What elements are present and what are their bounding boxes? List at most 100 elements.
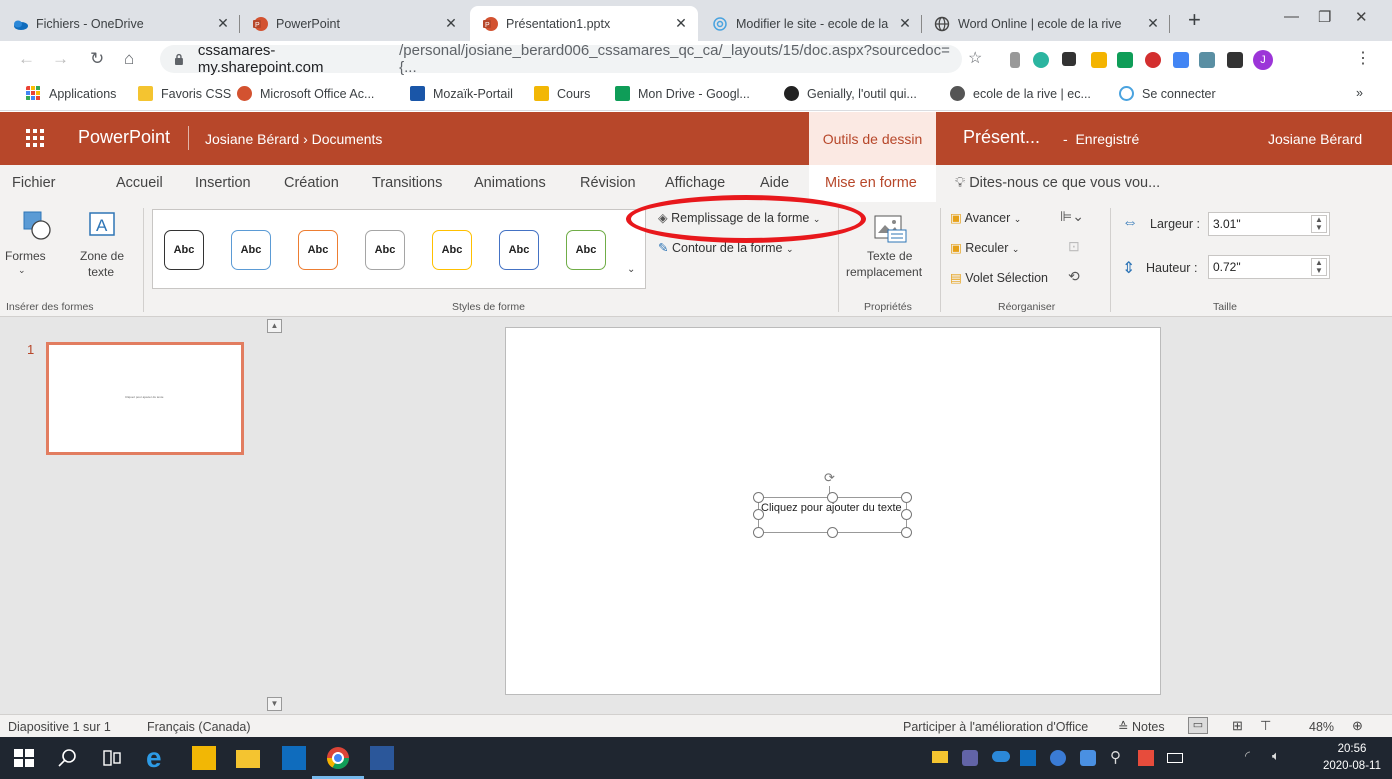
align-icon[interactable]: ⊫⌄: [1060, 208, 1084, 225]
bookmark-item[interactable]: Cours: [534, 86, 590, 101]
resize-handle[interactable]: [753, 492, 764, 503]
bookmark-item[interactable]: Genially, l'outil qui...: [784, 86, 917, 101]
shapes-button[interactable]: Formes: [5, 249, 46, 263]
home-icon[interactable]: ⌂: [124, 50, 134, 68]
bookmark-item[interactable]: Favoris CSS: [138, 86, 231, 101]
grid-extension-icon[interactable]: [1062, 52, 1076, 66]
text-box-content[interactable]: Cliquez pour ajouter du texte: [761, 501, 907, 515]
sync-tray-icon[interactable]: [1050, 750, 1066, 766]
google-drive-icon[interactable]: [1117, 52, 1133, 68]
app-tray-icon[interactable]: [1080, 750, 1096, 766]
browser-tab-word-online[interactable]: Word Online | ecole de la rive ✕: [922, 6, 1170, 41]
tell-me-search[interactable]: 💡︎ Dites-nous ce que vous vou...: [955, 175, 1160, 191]
tab-mise-en-forme[interactable]: Mise en forme: [825, 175, 917, 191]
volume-icon[interactable]: 🔈︎: [1272, 748, 1280, 764]
spin-arrows-icon[interactable]: ▲ ▼: [1311, 258, 1327, 276]
extension-icon[interactable]: [1199, 52, 1215, 68]
fit-to-window-icon[interactable]: ⊕: [1352, 718, 1363, 734]
resize-handle[interactable]: [901, 527, 912, 538]
resize-handle[interactable]: [753, 527, 764, 538]
address-bar[interactable]: cssamares-my.sharepoint.com/personal/jos…: [160, 42, 962, 76]
windows-start-icon[interactable]: [12, 746, 36, 770]
improve-office-link[interactable]: Participer à l'amélioration d'Office: [903, 720, 1088, 734]
alt-text-label-2[interactable]: remplacement: [846, 265, 922, 279]
breadcrumb-folder[interactable]: Documents: [312, 131, 383, 147]
system-clock[interactable]: 20:56 2020-08-11: [1323, 741, 1381, 775]
bookmark-item[interactable]: Microsoft Office Ac...: [237, 86, 374, 101]
notes-button[interactable]: ≙ Notes: [1118, 719, 1165, 734]
resize-handle[interactable]: [827, 527, 838, 538]
group-objects-icon[interactable]: ⊡: [1068, 238, 1080, 255]
scroll-down-arrow-icon[interactable]: ▼: [267, 697, 282, 711]
bookmark-star-icon[interactable]: ☆: [968, 50, 982, 68]
text-box-label-2[interactable]: texte: [88, 265, 114, 279]
wifi-icon[interactable]: ◜: [1245, 748, 1250, 764]
slideshow-icon[interactable]: ⊤: [1260, 718, 1271, 734]
alt-text-icon[interactable]: [873, 214, 909, 244]
close-tab-icon[interactable]: ✕: [442, 15, 460, 32]
app-launcher-icon[interactable]: [26, 129, 44, 147]
alt-text-label-1[interactable]: Texte de: [867, 249, 912, 263]
tab-animations[interactable]: Animations: [474, 175, 546, 191]
tab-fichier[interactable]: Fichier: [12, 175, 56, 191]
sticky-notes-icon[interactable]: [192, 746, 216, 770]
shape-style-gold[interactable]: Abc: [432, 230, 472, 270]
new-tab-button[interactable]: +: [1188, 9, 1201, 31]
shapes-icon[interactable]: [22, 210, 52, 240]
bookmark-item[interactable]: Mozaïk-Portail: [410, 86, 513, 101]
puzzle-icon[interactable]: [1227, 52, 1243, 68]
shape-style-gray[interactable]: Abc: [365, 230, 405, 270]
close-tab-icon[interactable]: ✕: [1144, 15, 1162, 32]
tab-transitions[interactable]: Transitions: [372, 175, 442, 191]
tab-affichage[interactable]: Affichage: [665, 175, 725, 191]
shape-style-orange[interactable]: Abc: [298, 230, 338, 270]
app-tray-icon[interactable]: [1138, 750, 1154, 766]
tab-revision[interactable]: Révision: [580, 175, 636, 191]
extension-icon[interactable]: [1091, 52, 1107, 68]
extension-icon[interactable]: [1033, 52, 1049, 68]
bookmark-item[interactable]: ecole de la rive | ec...: [950, 86, 1091, 101]
edge-icon[interactable]: e: [146, 744, 170, 772]
spin-arrows-icon[interactable]: ▲ ▼: [1311, 215, 1327, 233]
text-box-icon[interactable]: A: [87, 210, 117, 240]
resize-handle[interactable]: [827, 492, 838, 503]
height-input[interactable]: 0.72" ▲ ▼: [1208, 255, 1330, 279]
search-icon[interactable]: [56, 746, 80, 770]
language-indicator[interactable]: Français (Canada): [147, 720, 251, 734]
onedrive-tray-icon[interactable]: [992, 751, 1010, 762]
word-icon[interactable]: [370, 746, 394, 770]
send-backward-button[interactable]: ▣ Reculer ⌄: [950, 240, 1019, 255]
resize-handle[interactable]: [753, 509, 764, 520]
outlook-tray-icon[interactable]: [1020, 750, 1036, 766]
scroll-up-arrow-icon[interactable]: ▲: [267, 319, 282, 333]
network-tray-icon[interactable]: ⚲: [1110, 748, 1121, 766]
slide-sorter-icon[interactable]: ⊞: [1232, 718, 1243, 734]
battery-icon[interactable]: [1167, 753, 1183, 763]
browser-tab-sites[interactable]: Modifier le site - ecole de la ✕: [700, 6, 922, 41]
chevron-down-icon[interactable]: ⌄: [18, 265, 26, 276]
close-tab-icon[interactable]: ✕: [214, 15, 232, 32]
adblock-icon[interactable]: [1145, 52, 1161, 68]
zoom-level[interactable]: 48%: [1309, 720, 1334, 734]
user-name[interactable]: Josiane Bérard: [1268, 131, 1362, 147]
close-tab-icon[interactable]: ✕: [672, 15, 690, 32]
rotate-icon[interactable]: ⟲: [1068, 268, 1080, 285]
browser-tab-powerpoint[interactable]: P PowerPoint ✕: [240, 6, 468, 41]
resize-handle[interactable]: [901, 492, 912, 503]
close-window-button[interactable]: ✕: [1355, 8, 1368, 26]
minimize-button[interactable]: —: [1284, 8, 1299, 25]
shape-style-green[interactable]: Abc: [566, 230, 606, 270]
bring-forward-button[interactable]: ▣ Avancer ⌄: [950, 210, 1021, 225]
browser-menu-icon[interactable]: ⋮: [1355, 50, 1371, 68]
tab-insertion[interactable]: Insertion: [195, 175, 251, 191]
profile-avatar[interactable]: J: [1253, 50, 1273, 70]
mail-tray-icon[interactable]: [932, 751, 948, 763]
tab-accueil[interactable]: Accueil: [116, 175, 163, 191]
tab-creation[interactable]: Création: [284, 175, 339, 191]
normal-view-icon[interactable]: ▭: [1188, 717, 1208, 734]
task-view-icon[interactable]: [100, 746, 124, 770]
app-name[interactable]: PowerPoint: [78, 127, 170, 148]
maximize-button[interactable]: ❐: [1318, 8, 1331, 26]
thumbnail-scrollbar[interactable]: ▲ ▼: [265, 317, 285, 714]
resize-handle[interactable]: [901, 509, 912, 520]
